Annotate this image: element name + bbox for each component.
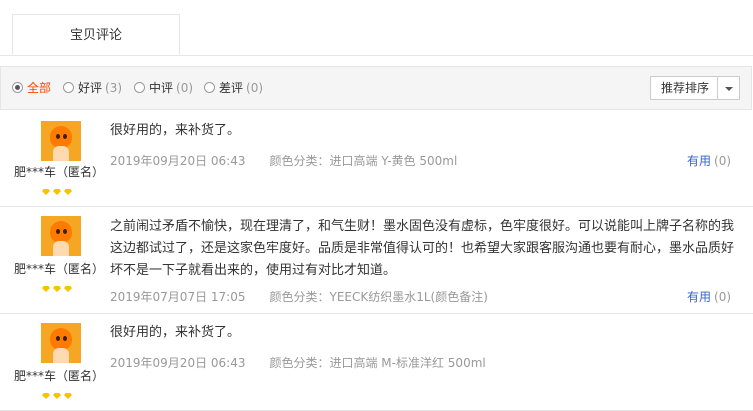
reviewer-name: 肥***车（匿名） (14, 262, 105, 276)
filter-label: 全部 (27, 81, 52, 95)
chevron-down-icon[interactable] (717, 77, 740, 99)
review-spec: 颜色分类：进口高端 Y-黄色 500ml (269, 154, 458, 168)
review-date: 2019年07月07日 17:05 (110, 290, 246, 304)
sort-label: 推荐排序 (661, 81, 710, 95)
diamond-icon (42, 189, 50, 195)
sort-dropdown[interactable]: 推荐排序 (650, 76, 740, 100)
review-item: 肥***车（匿名） 很好用的，来补货了。 2019年09月20日 06:43 颜色… (0, 111, 753, 207)
tab-reviews[interactable]: 宝贝评论 (12, 14, 180, 55)
radio-icon[interactable] (63, 82, 74, 93)
useful-label: 有用 (687, 290, 712, 304)
filter-count: (0) (246, 81, 264, 95)
review-date: 2019年09月20日 06:43 (110, 356, 246, 370)
useful-count: (0) (714, 290, 732, 304)
diamond-icon (42, 393, 50, 399)
diamond-icon (53, 393, 61, 399)
review-item: 肥***车（匿名） 之前闹过矛盾不愉快，现在理清了，和气生财！墨水固色没有虚标，… (0, 207, 753, 314)
filter-label: 差评 (219, 81, 244, 95)
review-date: 2019年09月20日 06:43 (110, 154, 246, 168)
review-meta: 2019年09月20日 06:43 颜色分类：进口高端 Y-黄色 500ml (110, 152, 457, 169)
filter-label: 中评 (149, 81, 174, 95)
useful-button[interactable]: 有用 (0) (687, 152, 731, 169)
filter-count: (3) (105, 81, 123, 95)
review-spec: 颜色分类：进口高端 M-标准洋红 500ml (269, 356, 486, 370)
diamond-icon (42, 286, 50, 292)
review-content: 很好用的，来补货了。 (110, 123, 241, 138)
filter-negative[interactable]: 差评 (0) (204, 67, 263, 109)
diamond-icon (53, 286, 61, 292)
tab-bar: 宝贝评论 (0, 0, 753, 56)
filter-neutral[interactable]: 中评 (0) (134, 67, 193, 109)
diamond-icon (53, 189, 61, 195)
user-level-diamonds (42, 388, 75, 399)
avatar (41, 121, 81, 161)
review-meta: 2019年07月07日 17:05 颜色分类：YEECK纺织墨水1L(颜色备注) (110, 288, 488, 305)
useful-button[interactable]: 有用 (0) (687, 288, 731, 305)
avatar (41, 216, 81, 256)
filter-all[interactable]: 全部 (12, 67, 51, 109)
useful-label: 有用 (687, 154, 712, 168)
review-content: 很好用的，来补货了。 (110, 325, 241, 340)
review-filter-bar: 全部 好评 (3) 中评 (0) 差评 (0) 推荐排序 (0, 66, 752, 110)
radio-checked-icon[interactable] (12, 82, 23, 93)
reviewer-name: 肥***车（匿名） (14, 369, 105, 383)
diamond-icon (64, 393, 72, 399)
diamond-icon (64, 189, 72, 195)
radio-icon[interactable] (134, 82, 145, 93)
review-item: 肥***车（匿名） 很好用的，来补货了。 2019年09月20日 06:43 颜色… (0, 314, 753, 411)
user-level-diamonds (42, 281, 75, 292)
filter-label: 好评 (78, 81, 103, 95)
filter-positive[interactable]: 好评 (3) (63, 67, 122, 109)
review-content: 之前闹过矛盾不愉快，现在理清了，和气生财！墨水固色没有虚标，色牢度很好。可以说能… (110, 219, 735, 278)
radio-icon[interactable] (204, 82, 215, 93)
filter-count: (0) (176, 81, 194, 95)
diamond-icon (64, 286, 72, 292)
user-level-diamonds (42, 184, 75, 195)
reviewer-name: 肥***车（匿名） (14, 165, 105, 179)
review-meta: 2019年09月20日 06:43 颜色分类：进口高端 M-标准洋红 500ml (110, 354, 486, 371)
avatar (41, 323, 81, 363)
review-spec: 颜色分类：YEECK纺织墨水1L(颜色备注) (269, 290, 488, 304)
useful-count: (0) (714, 154, 732, 168)
